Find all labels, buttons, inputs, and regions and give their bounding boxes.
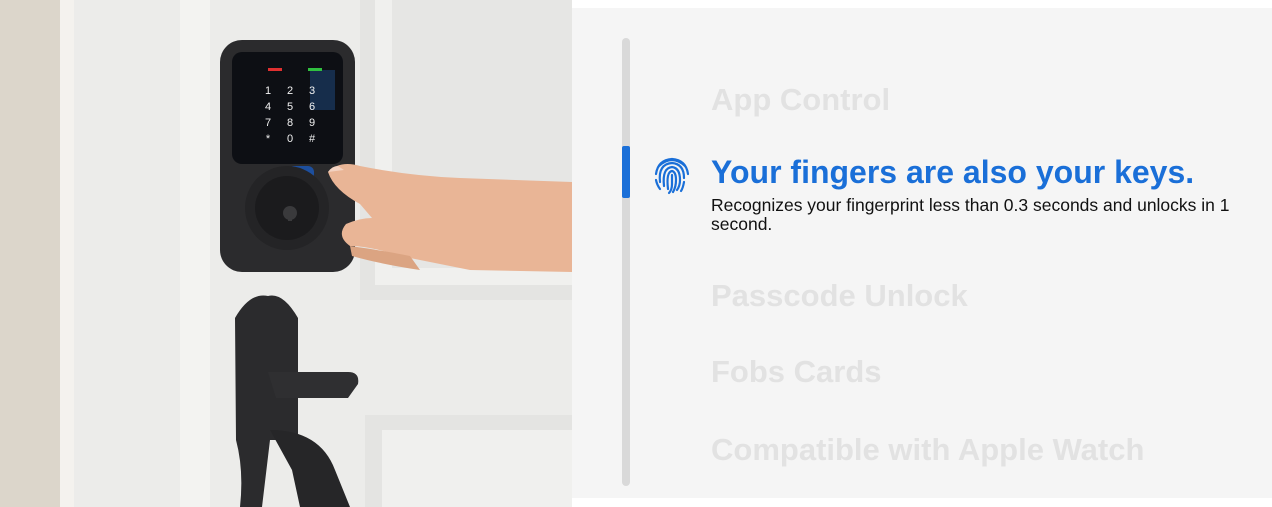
keypad-key: 4 [265, 101, 271, 113]
keypad-key: 3 [309, 85, 315, 97]
feature-item-passcode-unlock[interactable]: Passcode Unlock [711, 278, 968, 314]
feature-panel: App Control Your fingers are also your k… [572, 8, 1272, 498]
keypad-key: 7 [265, 117, 271, 129]
feature-description: Recognizes your fingerprint less than 0.… [711, 195, 1230, 234]
fingerprint-icon [654, 157, 690, 195]
feature-title-active: Your fingers are also your keys. [711, 154, 1195, 190]
keypad-key: # [309, 133, 316, 145]
feature-item-app-control[interactable]: App Control [711, 82, 890, 118]
keypad-key: 8 [287, 117, 293, 129]
keypad-key: 2 [287, 85, 293, 97]
feature-item-fobs-cards[interactable]: Fobs Cards [711, 354, 882, 390]
keypad-key: 6 [309, 101, 315, 113]
keypad-key: * [266, 133, 271, 145]
progress-rail [622, 38, 630, 486]
feature-item-apple-watch[interactable]: Compatible with Apple Watch [711, 432, 1144, 468]
product-photo: 1 2 3 4 5 6 7 8 9 * 0 # [0, 0, 572, 507]
progress-rail-active-indicator [622, 146, 630, 198]
keypad-key: 0 [287, 133, 293, 145]
keypad-key: 1 [265, 85, 271, 97]
smart-lock-illustration: 1 2 3 4 5 6 7 8 9 * 0 # [0, 0, 572, 507]
keypad-key: 5 [287, 101, 293, 113]
keypad-key: 9 [309, 117, 315, 129]
